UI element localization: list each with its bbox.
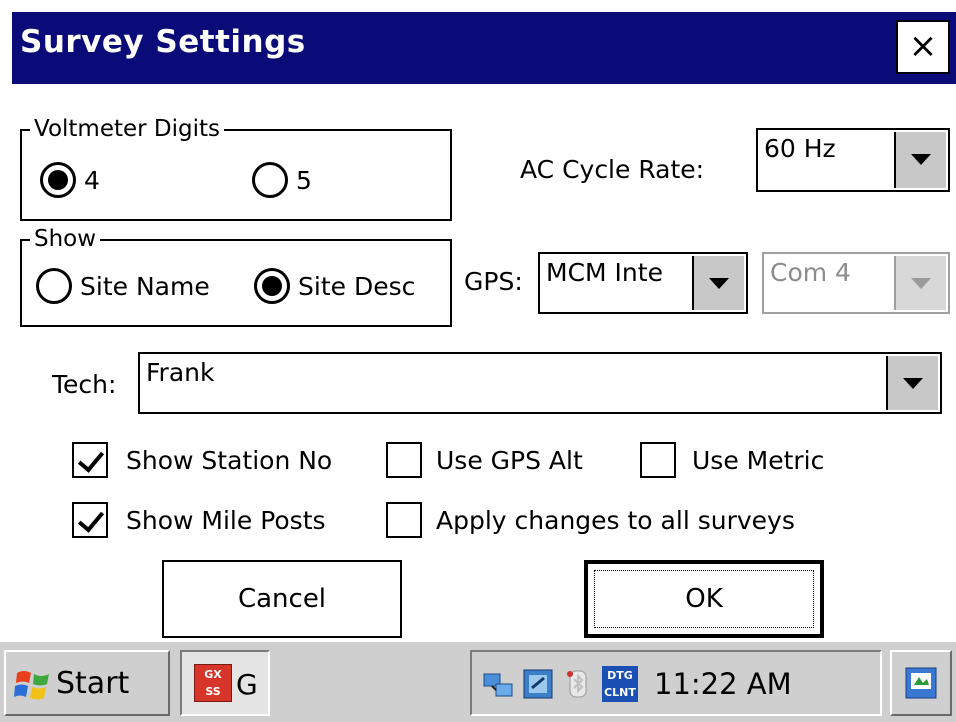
gps-device-dropdown[interactable]: MCM Inte: [538, 252, 748, 314]
tech-dropdown-button[interactable]: [886, 356, 938, 410]
gps-port-value: Com 4: [770, 258, 851, 287]
dtg-client-icon-text: DTG CLNT: [604, 669, 636, 699]
ac-cycle-rate-dropdown[interactable]: 60 Hz: [756, 128, 950, 192]
dtg-client-icon[interactable]: DTG CLNT: [602, 666, 638, 702]
app-icon: GX SS: [194, 664, 232, 702]
ac-cycle-rate-value: 60 Hz: [764, 134, 836, 163]
show-mile-posts-checkbox[interactable]: [72, 502, 108, 538]
ac-cycle-rate-dropdown-button[interactable]: [894, 132, 946, 188]
start-button[interactable]: Start: [4, 650, 170, 716]
apply-all-surveys-label: Apply changes to all surveys: [436, 506, 795, 535]
desktop-icon: [905, 667, 937, 699]
taskbar-task-button[interactable]: GX SS G: [180, 650, 270, 716]
apply-all-surveys-checkbox[interactable]: [386, 502, 422, 538]
start-label: Start: [56, 666, 130, 701]
chevron-down-icon: [911, 154, 931, 165]
show-mile-posts-label: Show Mile Posts: [126, 506, 326, 535]
show-station-no-label: Show Station No: [126, 446, 333, 475]
close-button[interactable]: ×: [896, 20, 950, 74]
voltmeter-5-radio[interactable]: [252, 162, 288, 198]
tech-label: Tech:: [52, 370, 117, 399]
site-desc-label: Site Desc: [298, 272, 416, 301]
use-gps-alt-label: Use GPS Alt: [436, 446, 583, 475]
voltmeter-digits-legend: Voltmeter Digits: [30, 116, 225, 142]
use-metric-label: Use Metric: [692, 446, 825, 475]
task-label: G: [236, 668, 258, 701]
ac-cycle-rate-label: AC Cycle Rate:: [520, 155, 705, 184]
gps-label: GPS:: [464, 267, 523, 296]
use-gps-alt-checkbox[interactable]: [386, 442, 422, 478]
site-desc-radio[interactable]: [254, 268, 290, 304]
chevron-down-icon: [911, 278, 931, 289]
ok-focus-ring: [594, 570, 814, 628]
close-icon: ×: [908, 26, 938, 66]
voltmeter-4-radio[interactable]: [40, 162, 76, 198]
show-station-no-checkbox[interactable]: [72, 442, 108, 478]
gps-device-dropdown-button[interactable]: [692, 256, 744, 310]
window-title: Survey Settings: [20, 24, 306, 60]
tech-value: Frank: [146, 358, 215, 387]
chevron-down-icon: [903, 378, 923, 389]
tech-dropdown[interactable]: Frank: [138, 352, 942, 414]
gps-port-dropdown-button[interactable]: [894, 256, 946, 310]
gps-device-value: MCM Inte: [546, 258, 663, 287]
network-icon[interactable]: [482, 668, 514, 700]
windows-flag-icon: [14, 671, 49, 700]
bluetooth-icon[interactable]: [562, 668, 594, 700]
gps-port-dropdown[interactable]: Com 4: [762, 252, 950, 314]
sync-icon[interactable]: [522, 668, 554, 700]
show-legend: Show: [30, 226, 101, 252]
cancel-button[interactable]: Cancel: [162, 560, 402, 638]
voltmeter-4-label: 4: [84, 166, 100, 195]
app-icon-text: GX SS: [204, 668, 222, 698]
cancel-button-label: Cancel: [237, 584, 327, 614]
site-name-label: Site Name: [80, 272, 210, 301]
ok-button[interactable]: OK: [584, 560, 824, 638]
use-metric-checkbox[interactable]: [640, 442, 676, 478]
chevron-down-icon: [709, 278, 729, 289]
site-name-radio[interactable]: [36, 268, 72, 304]
clock[interactable]: 11:22 AM: [654, 667, 792, 701]
voltmeter-5-label: 5: [296, 166, 312, 195]
desktop-button[interactable]: [890, 650, 952, 716]
survey-settings-dialog: Voltmeter Digits 4 5 Show Site Name Site…: [12, 84, 956, 638]
system-tray: DTG CLNT 11:22 AM: [470, 650, 882, 716]
